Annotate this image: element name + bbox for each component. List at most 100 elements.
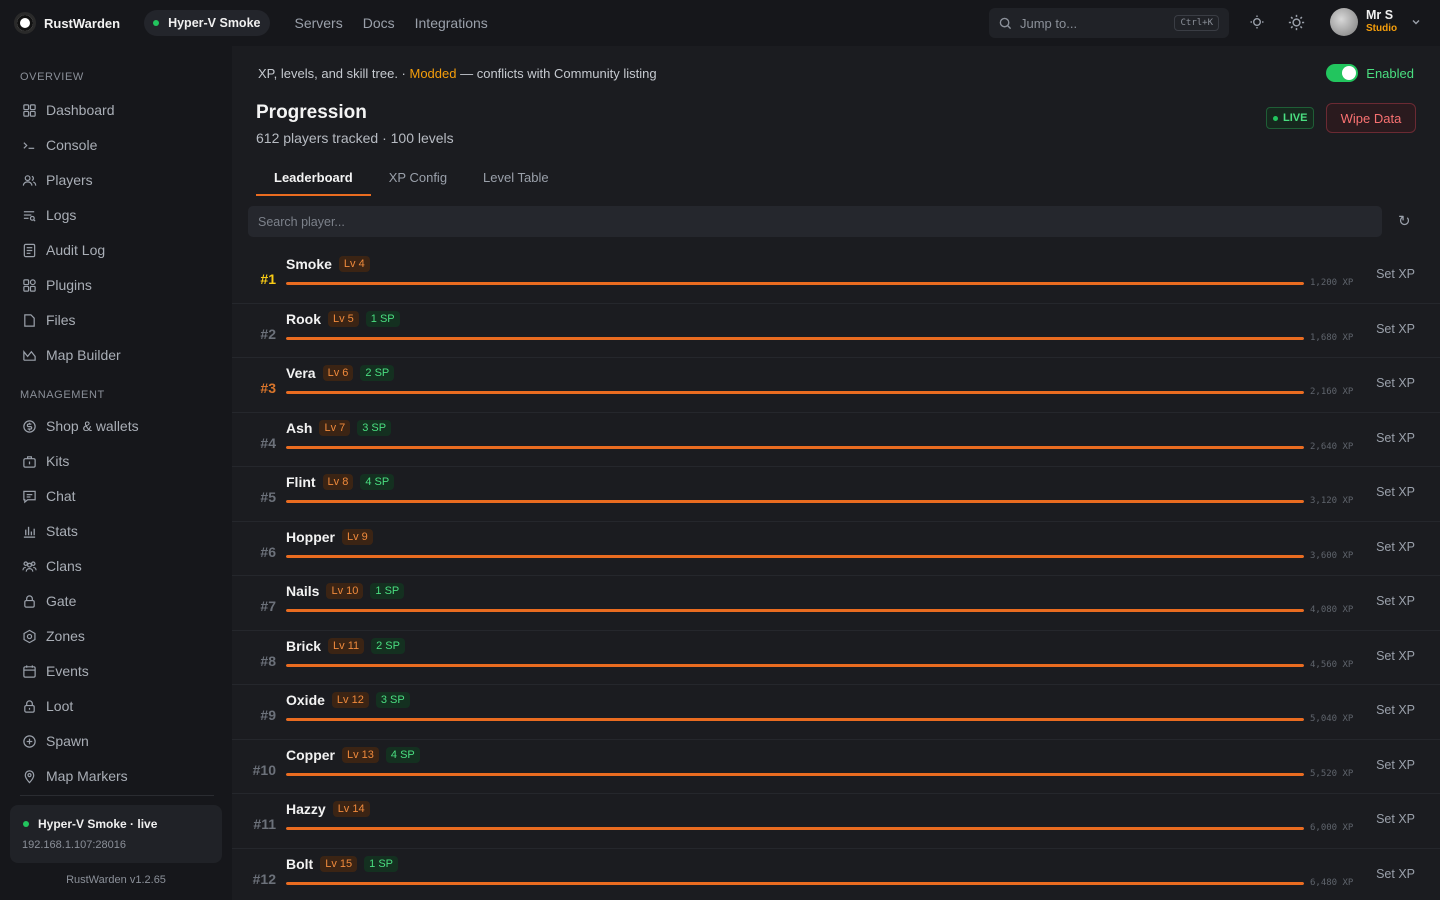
sidebar-item-players[interactable]: Players [20,167,93,193]
user-menu[interactable]: Mr S Studio [1330,8,1421,36]
skill-points-badge: 1 SP [370,583,405,599]
sidebar-item-label: Clans [46,558,82,574]
nav-integrations[interactable]: Integrations [415,15,488,31]
table-row: #4 Ash Lv 7 3 SP 2,640 XP Set XP [232,413,1440,467]
page-title: Progression [256,102,367,123]
top-nav: Servers Docs Integrations [284,15,497,31]
sidebar-item-plugins[interactable]: Plugins [20,272,92,298]
shortcut-hint: Ctrl+K [1174,15,1219,31]
player-name[interactable]: Vera [286,365,316,381]
tab-level-table[interactable]: Level Table [465,160,567,196]
player-rank: #4 [260,434,276,451]
sidebar-item-label: Audit Log [46,242,106,258]
live-badge: LIVE [1266,107,1315,129]
player-name[interactable]: Nails [286,583,319,599]
set-xp-button[interactable]: Set XP [1376,867,1415,881]
app-logo[interactable]: RustWarden [14,12,120,34]
player-search-input[interactable]: Search player... [248,206,1382,237]
xp-progress-bar [286,554,1304,558]
xp-progress-bar [286,772,1304,776]
sidebar-item-dashboard[interactable]: Dashboard [20,97,115,123]
set-xp-button[interactable]: Set XP [1376,758,1415,772]
xp-progress-fill [286,827,1304,830]
sidebar-item-shop[interactable]: Shop & wallets [20,413,139,439]
server-selector[interactable]: Hyper-V Smoke [144,10,271,36]
live-badge-label: LIVE [1283,112,1308,124]
toggle-label: Enabled [1366,65,1414,81]
set-xp-button[interactable]: Set XP [1376,267,1415,281]
plus-circle-icon [20,732,38,750]
sidebar-item-logs[interactable]: Logs [20,202,76,228]
sidebar-item-events[interactable]: Events [20,658,89,684]
tab-leaderboard[interactable]: Leaderboard [256,160,371,196]
xp-value: 1,680 XP [1310,332,1354,343]
sidebar-item-spawn[interactable]: Spawn [20,728,89,754]
sidebar-item-audit-log[interactable]: Audit Log [20,237,105,263]
sidebar-item-map-builder[interactable]: Map Builder [20,342,121,368]
sidebar-item-files[interactable]: Files [20,307,76,333]
sidebar-item-label: Spawn [46,733,89,749]
server-selector-label: Hyper-V Smoke [168,16,261,30]
plugin-enable-toggle[interactable]: Enabled [1326,64,1414,82]
player-rank: #9 [260,707,276,723]
sidebar-item-kits[interactable]: Kits [20,448,69,474]
sidebar-item-stats[interactable]: Stats [20,518,78,544]
player-name-line: Ash Lv 7 3 SP [286,419,392,436]
player-name-line: Brick Lv 11 2 SP [286,637,405,654]
sidebar-item-loot[interactable]: Loot [20,693,73,719]
sun-icon[interactable] [1288,14,1305,31]
nav-servers[interactable]: Servers [294,15,342,31]
sidebar-item-chat[interactable]: Chat [20,483,76,509]
set-xp-button[interactable]: Set XP [1376,540,1415,554]
player-name-line: Smoke Lv 4 [286,256,370,272]
jump-to-search[interactable]: Jump to... Ctrl+K [989,8,1229,38]
wipe-data-button[interactable]: Wipe Data [1326,103,1416,133]
xp-progress-fill [286,391,1304,394]
player-name[interactable]: Hopper [286,529,335,545]
briefcase-icon [20,452,38,470]
refresh-icon[interactable]: ↻ [1398,212,1411,230]
audit-icon [20,241,38,259]
set-xp-button[interactable]: Set XP [1376,594,1415,608]
set-xp-button[interactable]: Set XP [1376,485,1415,499]
player-rank: #3 [260,380,276,396]
set-xp-button[interactable]: Set XP [1376,812,1415,826]
pin-icon [20,767,38,785]
set-xp-button[interactable]: Set XP [1376,431,1415,445]
player-name[interactable]: Hazzy [286,801,326,817]
level-badge: Lv 12 [331,692,369,708]
player-name[interactable]: Rook [286,311,321,327]
player-name[interactable]: Oxide [286,692,325,708]
logs-icon [20,206,38,224]
xp-progress-bar [286,663,1304,667]
xp-value: 2,160 XP [1310,387,1354,397]
logo-icon [14,12,36,34]
sidebar-item-map-markers[interactable]: Map Markers [20,763,128,789]
player-name[interactable]: Bolt [286,856,313,872]
brightness-low-icon[interactable] [1249,14,1265,30]
player-name[interactable]: Ash [286,420,312,436]
set-xp-button[interactable]: Set XP [1376,322,1415,336]
table-row: #9 Oxide Lv 12 3 SP 5,040 XP Set XP [232,685,1440,740]
xp-value: 2,640 XP [1310,441,1354,452]
set-xp-button[interactable]: Set XP [1376,376,1415,390]
nav-docs[interactable]: Docs [363,15,395,31]
skill-points-badge: 1 SP [365,310,400,327]
server-status-card[interactable]: Hyper-V Smoke · live 192.168.1.107:28016 [10,805,222,863]
sidebar-item-gate[interactable]: Gate [20,588,76,614]
xp-value: 5,040 XP [1310,714,1354,724]
sidebar-item-zones[interactable]: Zones [20,623,85,649]
player-name[interactable]: Smoke [286,256,332,272]
player-name[interactable]: Copper [286,747,335,763]
sidebar-item-label: Kits [46,453,70,469]
set-xp-button[interactable]: Set XP [1376,649,1415,663]
player-name[interactable]: Brick [286,638,321,654]
set-xp-button[interactable]: Set XP [1376,703,1415,717]
tab-xp-config[interactable]: XP Config [371,160,465,196]
app-name: RustWarden [44,15,121,31]
toggle-switch[interactable] [1326,64,1359,82]
plugin-description-text: XP, levels, and skill tree. · [258,66,410,81]
player-name[interactable]: Flint [286,474,316,490]
sidebar-item-clans[interactable]: Clans [20,553,82,579]
sidebar-item-console[interactable]: Console [20,132,97,158]
